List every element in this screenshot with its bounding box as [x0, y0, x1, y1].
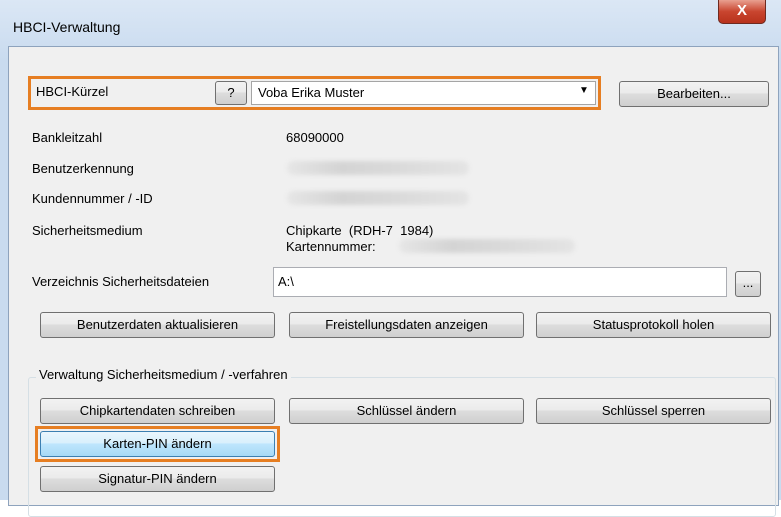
- show-release-data-button[interactable]: Freistellungsdaten anzeigen: [289, 312, 524, 338]
- customer-id-value-redacted: [287, 191, 469, 205]
- kuerzel-label: HBCI-Kürzel: [36, 84, 109, 99]
- user-id-label: Benutzerkennung: [32, 161, 134, 176]
- title-bar[interactable]: HBCI-Verwaltung X: [0, 0, 781, 40]
- hbci-window: HBCI-Verwaltung X HBCI-Kürzel ? Voba Eri…: [0, 0, 781, 517]
- change-card-pin-button[interactable]: Karten-PIN ändern: [40, 431, 275, 457]
- edit-button[interactable]: Bearbeiten...: [619, 81, 769, 107]
- card-number-label: Kartennummer:: [286, 239, 376, 254]
- close-button[interactable]: X: [718, 0, 766, 24]
- profile-value: Voba Erika Muster: [258, 85, 365, 100]
- client-area: HBCI-Kürzel ? Voba Erika Muster ▼ Bearbe…: [8, 46, 779, 517]
- customer-id-label: Kundennummer / -ID: [32, 191, 153, 206]
- update-user-data-label: Benutzerdaten aktualisieren: [76, 317, 239, 332]
- help-button[interactable]: ?: [215, 81, 247, 105]
- change-key-button[interactable]: Schlüssel ändern: [289, 398, 524, 424]
- security-dir-label: Verzeichnis Sicherheitsdateien: [32, 274, 210, 289]
- groupbox-title: Verwaltung Sicherheitsmedium / -verfahre…: [36, 367, 291, 382]
- card-number-value-redacted: [399, 239, 575, 253]
- fetch-status-log-button[interactable]: Statusprotokoll holen: [536, 312, 771, 338]
- write-card-data-button[interactable]: Chipkartendaten schreiben: [40, 398, 275, 424]
- show-release-data-label: Freistellungsdaten anzeigen: [325, 317, 488, 332]
- browse-button[interactable]: ...: [735, 271, 761, 297]
- profile-combobox[interactable]: Voba Erika Muster ▼: [251, 81, 596, 105]
- user-id-value-redacted: [287, 161, 469, 175]
- update-user-data-button[interactable]: Benutzerdaten aktualisieren: [40, 312, 275, 338]
- blz-value: 68090000: [286, 130, 344, 145]
- window-title: HBCI-Verwaltung: [13, 19, 121, 35]
- security-medium-label: Sicherheitsmedium: [32, 223, 143, 238]
- security-dir-value: A:\: [278, 274, 294, 289]
- block-key-button[interactable]: Schlüssel sperren: [536, 398, 771, 424]
- security-medium-value: Chipkarte (RDH-7 1984): [286, 223, 434, 238]
- fetch-status-log-label: Statusprotokoll holen: [592, 317, 715, 332]
- blz-label: Bankleitzahl: [32, 130, 103, 145]
- security-dir-input[interactable]: A:\: [273, 267, 727, 297]
- change-signature-pin-button[interactable]: Signatur-PIN ändern: [40, 466, 275, 492]
- chevron-down-icon: ▼: [579, 85, 589, 96]
